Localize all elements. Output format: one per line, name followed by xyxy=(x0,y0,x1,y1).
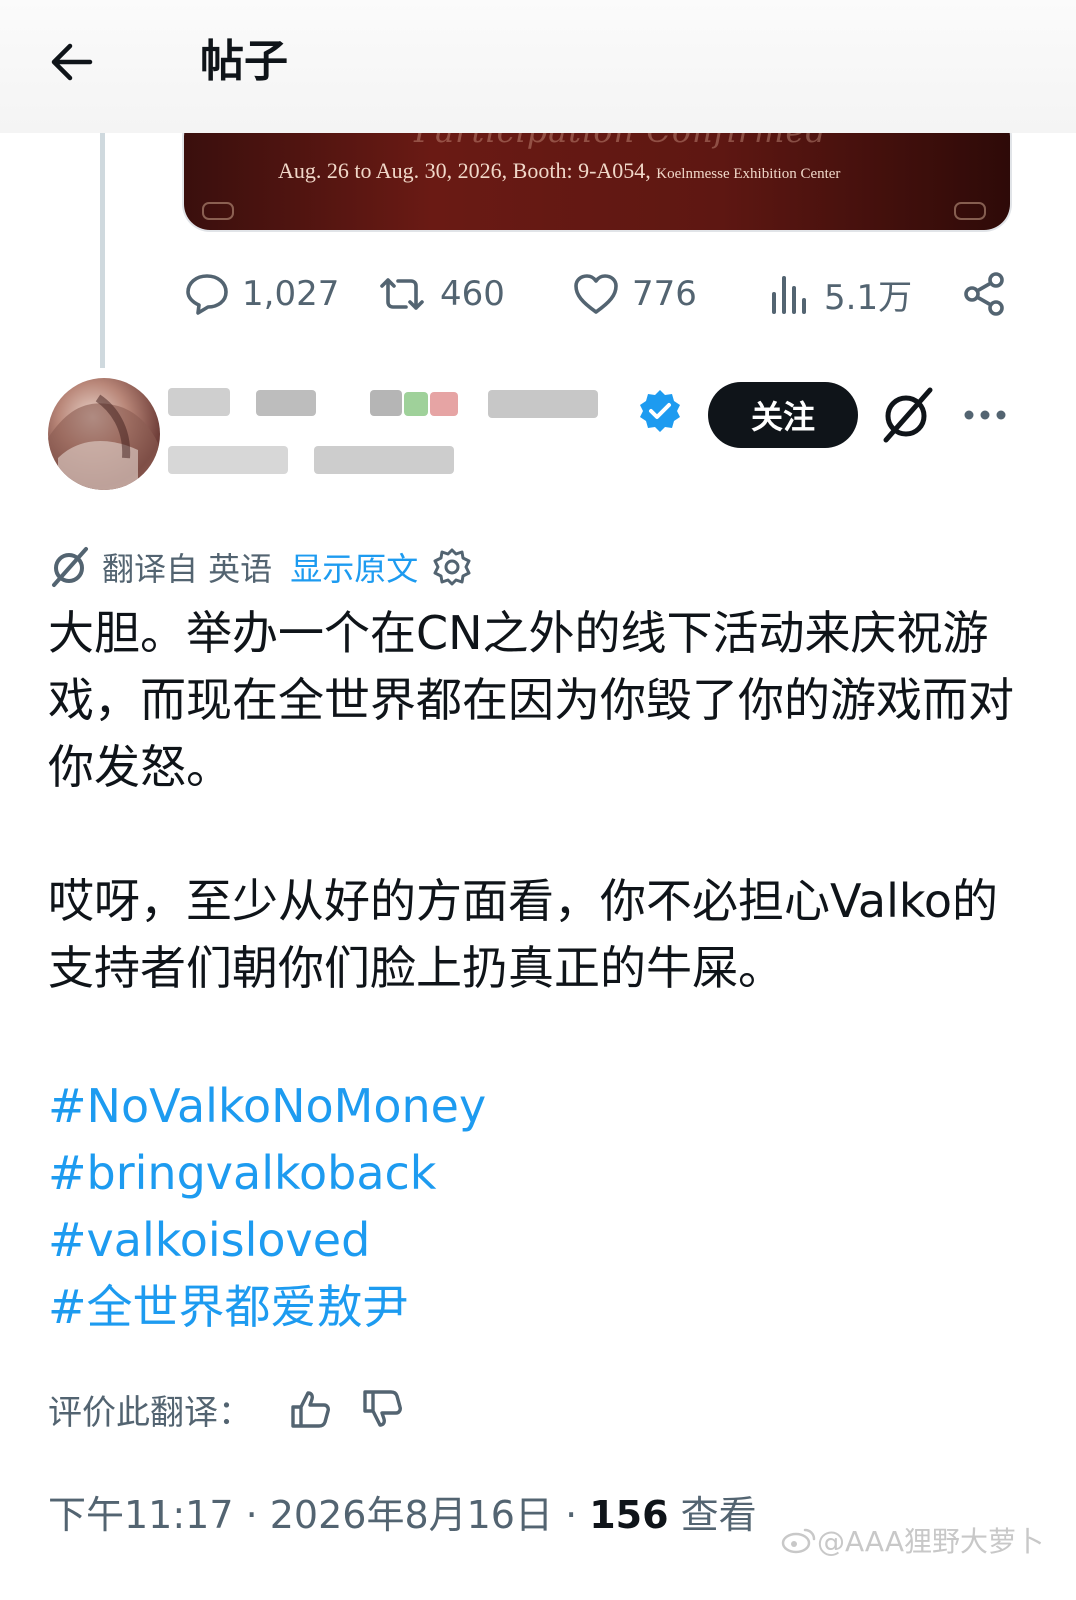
sponsor-logo-icon xyxy=(954,202,986,220)
blurred-display-name xyxy=(404,392,428,416)
view-count: 5.1万 xyxy=(824,277,913,318)
blurred-display-name xyxy=(370,390,402,416)
blurred-display-name xyxy=(488,390,598,418)
translation-note: 翻译自 英语 显示原文 xyxy=(48,544,472,590)
sponsor-logo-icon xyxy=(202,202,234,220)
blurred-handle xyxy=(314,446,454,474)
blurred-display-name xyxy=(168,388,230,416)
post-view-count: 156 xyxy=(589,1493,669,1537)
hashtag-link[interactable]: #全世界都爱敖尹 xyxy=(48,1274,486,1341)
rate-translation-label: 评价此翻译： xyxy=(48,1392,252,1433)
blurred-display-name xyxy=(430,392,458,416)
media-event-text: Aug. 26 to Aug. 30, 2026, Booth: 9-A054,… xyxy=(278,158,840,184)
post-paragraph: 哎呀，至少从好的方面看，你不必担心Valko的支持者们朝你们脸上扔真正的牛屎。 xyxy=(48,874,999,995)
post-body: 大胆。举办一个在CN之外的线下活动来庆祝游戏，而现在全世界都在因为你毁了你的游戏… xyxy=(48,600,1028,1002)
hashtag-link[interactable]: #NoValkoNoMoney xyxy=(48,1073,486,1140)
like-button[interactable]: 776 xyxy=(572,270,697,318)
back-arrow-icon[interactable] xyxy=(44,34,100,90)
repost-count: 460 xyxy=(440,274,505,314)
gear-icon[interactable] xyxy=(432,547,472,587)
hashtag-link[interactable]: #valkoisloved xyxy=(48,1207,486,1274)
weibo-logo-icon xyxy=(781,1528,816,1554)
translated-from-label: 翻译自 英语 xyxy=(102,550,273,588)
show-original-link[interactable]: 显示原文 xyxy=(290,544,418,590)
thread-connector-line xyxy=(100,133,105,368)
verified-badge-icon xyxy=(640,390,680,432)
page-title: 帖子 xyxy=(200,36,288,87)
rate-translation: 评价此翻译： xyxy=(48,1384,404,1434)
blurred-handle xyxy=(168,446,288,474)
follow-button[interactable]: 关注 xyxy=(708,382,858,448)
post-timestamp: 下午11:17 · 2026年8月16日 · 156 查看 xyxy=(48,1488,757,1542)
post-views-label: 查看 xyxy=(668,1493,757,1537)
repost-button[interactable]: 460 xyxy=(376,270,505,318)
more-options-icon[interactable] xyxy=(956,392,1014,438)
reply-icon xyxy=(186,274,228,315)
avatar-illustration xyxy=(48,394,160,490)
weibo-watermark: @AAA狸野大萝卜 xyxy=(781,1520,1044,1560)
media-event-venue: Koelnmesse Exhibition Center xyxy=(656,166,841,182)
hashtag-list: #NoValkoNoMoney #bringvalkoback #valkois… xyxy=(48,1073,486,1341)
views-button[interactable]: 5.1万 xyxy=(766,270,912,318)
like-count: 776 xyxy=(632,274,697,314)
media-event-dates: Aug. 26 to Aug. 30, 2026, Booth: 9-A054, xyxy=(278,158,651,183)
top-bar: 帖子 xyxy=(0,0,1076,133)
hashtag-link[interactable]: #bringvalkoback xyxy=(48,1140,486,1207)
share-button[interactable] xyxy=(960,270,1020,318)
thumbs-down-icon[interactable] xyxy=(360,1387,404,1431)
blurred-display-name xyxy=(256,390,316,416)
analytics-bar-icon xyxy=(772,276,806,314)
share-icon xyxy=(964,272,1004,316)
reply-count: 1,027 xyxy=(242,274,340,314)
heart-icon xyxy=(574,274,618,314)
avatar[interactable] xyxy=(48,378,160,490)
post-time: 下午11:17 · 2026年8月16日 · xyxy=(48,1493,590,1537)
post-paragraph: 大胆。举办一个在CN之外的线下活动来庆祝游戏，而现在全世界都在因为你毁了你的游戏… xyxy=(48,606,1014,794)
repost-icon xyxy=(380,278,424,310)
thumbs-up-icon[interactable] xyxy=(288,1387,332,1431)
grok-translate-icon xyxy=(52,547,88,587)
reply-button[interactable]: 1,027 xyxy=(184,270,339,318)
grok-icon[interactable] xyxy=(876,384,938,446)
watermark-text: @AAA狸野大萝卜 xyxy=(816,1525,1044,1558)
